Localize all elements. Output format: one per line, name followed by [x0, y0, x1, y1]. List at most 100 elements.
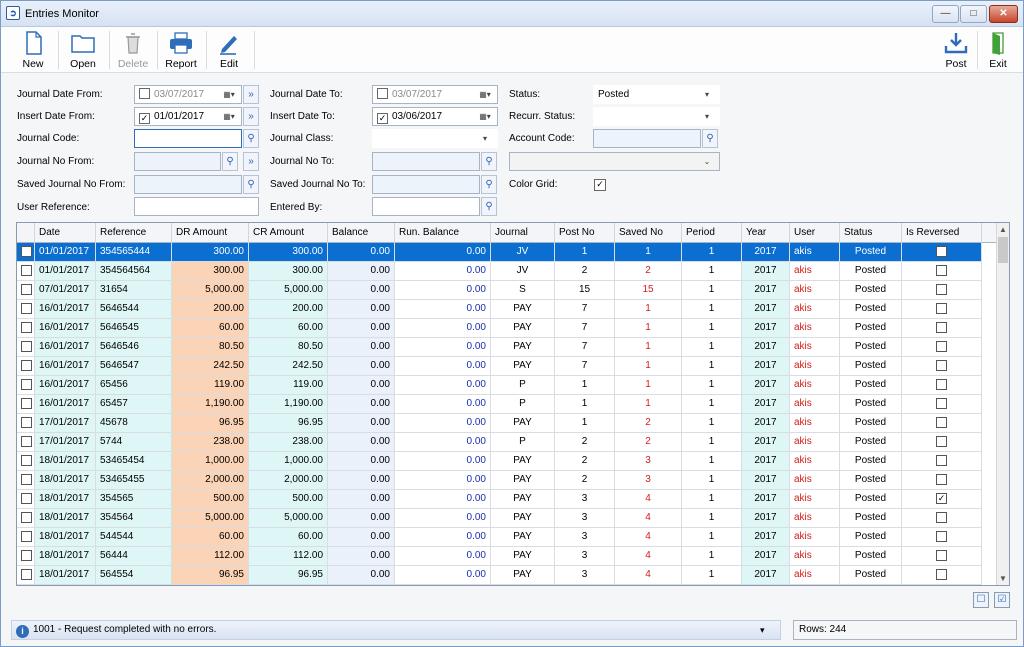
column-header[interactable]: Balance: [328, 223, 395, 243]
new-button[interactable]: New: [15, 29, 51, 71]
is-reversed-checkbox[interactable]: [936, 512, 947, 523]
fast-forward-icon[interactable]: »: [243, 152, 259, 171]
is-reversed-checkbox[interactable]: [936, 360, 947, 371]
is-reversed-checkbox[interactable]: [936, 322, 947, 333]
is-reversed-checkbox[interactable]: [936, 246, 947, 257]
column-header[interactable]: Reference: [96, 223, 172, 243]
check-all-icon[interactable]: ☑: [994, 592, 1010, 608]
journal-class-select[interactable]: ▾: [372, 129, 498, 148]
row-select-checkbox[interactable]: [17, 262, 35, 281]
search-icon[interactable]: ⚲: [702, 129, 718, 148]
scroll-up-icon[interactable]: ▲: [997, 223, 1009, 236]
insert-date-from-checkbox[interactable]: ✓: [139, 113, 150, 124]
journal-no-to-input[interactable]: [372, 152, 480, 171]
row-select-checkbox[interactable]: [17, 281, 35, 300]
column-header[interactable]: Status: [840, 223, 902, 243]
table-row[interactable]: 18/01/2017 53465455 2,000.00 2,000.00 0.00 0.…: [17, 471, 997, 490]
row-select-checkbox[interactable]: [17, 547, 35, 566]
table-row[interactable]: 01/01/2017 354564564 300.00 300.00 0.00 0.00 J…: [17, 262, 997, 281]
row-select-checkbox[interactable]: [17, 471, 35, 490]
insert-date-from-field[interactable]: ✓ 01/01/2017 ▦▾: [134, 107, 242, 126]
entries-grid[interactable]: Date Reference DR Amount CR Amount Balance Ru…: [16, 222, 1010, 586]
table-row[interactable]: 16/01/2017 5646545 60.00 60.00 0.00 0.00 PAY 7 1…: [17, 319, 997, 338]
recurr-status-select[interactable]: ▾: [593, 107, 720, 126]
search-icon[interactable]: ⚲: [481, 152, 497, 171]
row-select-checkbox[interactable]: [17, 528, 35, 547]
is-reversed-checkbox[interactable]: [936, 417, 947, 428]
table-row[interactable]: 18/01/2017 53465454 1,000.00 1,000.00 0.00 0.…: [17, 452, 997, 471]
scrollbar-thumb[interactable]: [998, 237, 1008, 263]
maximize-button[interactable]: □: [960, 5, 987, 23]
calendar-dropdown-icon[interactable]: ▦▾: [218, 109, 240, 124]
is-reversed-checkbox[interactable]: [936, 341, 947, 352]
journal-date-to-checkbox[interactable]: [377, 88, 388, 99]
insert-date-to-checkbox[interactable]: ✓: [377, 113, 388, 124]
journal-date-to-field[interactable]: 03/07/2017 ▦▾: [372, 85, 498, 104]
is-reversed-checkbox[interactable]: [936, 265, 947, 276]
calendar-dropdown-icon[interactable]: ▦▾: [474, 87, 496, 102]
table-row[interactable]: 18/01/2017 354565 500.00 500.00 0.00 0.00 PAY 3…: [17, 490, 997, 509]
report-button[interactable]: Report: [162, 29, 200, 71]
row-select-checkbox[interactable]: [17, 433, 35, 452]
chevron-down-icon[interactable]: ▾: [696, 87, 718, 102]
search-icon[interactable]: ⚲: [243, 129, 259, 148]
table-row[interactable]: 18/01/2017 544544 60.00 60.00 0.00 0.00 PAY 3 4 1…: [17, 528, 997, 547]
account-code-input[interactable]: [593, 129, 701, 148]
is-reversed-checkbox[interactable]: [936, 455, 947, 466]
status-dropdown-icon[interactable]: ▾: [760, 621, 765, 639]
chevron-down-icon[interactable]: ▾: [474, 131, 496, 146]
chevron-down-icon[interactable]: ⌄: [696, 154, 718, 169]
is-reversed-checkbox[interactable]: [936, 398, 947, 409]
column-header[interactable]: User: [790, 223, 840, 243]
column-header[interactable]: Journal: [491, 223, 555, 243]
account-description-select[interactable]: ⌄: [509, 152, 720, 171]
table-row[interactable]: 17/01/2017 5744 238.00 238.00 0.00 0.00 P 2 2 1 20…: [17, 433, 997, 452]
journal-date-from-checkbox[interactable]: [139, 88, 150, 99]
exit-button[interactable]: Exit: [981, 29, 1015, 71]
row-select-checkbox[interactable]: [17, 338, 35, 357]
fast-forward-icon[interactable]: »: [243, 107, 259, 126]
is-reversed-checkbox[interactable]: [936, 379, 947, 390]
status-select[interactable]: Posted ▾: [593, 85, 720, 104]
search-icon[interactable]: ⚲: [243, 175, 259, 194]
chevron-down-icon[interactable]: ▾: [696, 109, 718, 124]
row-select-checkbox[interactable]: [17, 566, 35, 585]
search-icon[interactable]: ⚲: [481, 175, 497, 194]
open-button[interactable]: Open: [65, 29, 101, 71]
edit-button[interactable]: Edit: [212, 29, 246, 71]
saved-journal-no-to-input[interactable]: [372, 175, 480, 194]
table-row[interactable]: 16/01/2017 5646547 242.50 242.50 0.00 0.00 PAY…: [17, 357, 997, 376]
scroll-down-icon[interactable]: ▼: [997, 572, 1009, 585]
row-select-checkbox[interactable]: [17, 490, 35, 509]
is-reversed-checkbox[interactable]: [936, 303, 947, 314]
table-row[interactable]: 18/01/2017 564554 96.95 96.95 0.00 0.00 PAY 3 4 1…: [17, 566, 997, 585]
entered-by-input[interactable]: [372, 197, 480, 216]
insert-date-to-field[interactable]: ✓ 03/06/2017 ▦▾: [372, 107, 498, 126]
column-header[interactable]: Year: [742, 223, 790, 243]
journal-date-from-field[interactable]: 03/07/2017 ▦▾: [134, 85, 242, 104]
is-reversed-checkbox[interactable]: [936, 531, 947, 542]
row-select-checkbox[interactable]: [17, 319, 35, 338]
uncheck-all-icon[interactable]: ☐: [973, 592, 989, 608]
close-button[interactable]: ✕: [989, 5, 1018, 23]
column-header[interactable]: CR Amount: [249, 223, 328, 243]
user-reference-input[interactable]: [134, 197, 259, 216]
search-icon[interactable]: ⚲: [222, 152, 238, 171]
is-reversed-checkbox[interactable]: [936, 474, 947, 485]
calendar-dropdown-icon[interactable]: ▦▾: [218, 87, 240, 102]
vertical-scrollbar[interactable]: ▲ ▼: [996, 223, 1009, 585]
table-row[interactable]: 16/01/2017 5646546 80.50 80.50 0.00 0.00 PAY 7 1…: [17, 338, 997, 357]
column-header[interactable]: Is Reversed: [902, 223, 982, 243]
calendar-dropdown-icon[interactable]: ▦▾: [474, 109, 496, 124]
search-icon[interactable]: ⚲: [481, 197, 497, 216]
row-select-checkbox[interactable]: [17, 376, 35, 395]
row-select-checkbox[interactable]: [17, 452, 35, 471]
table-row[interactable]: 17/01/2017 45678 96.95 96.95 0.00 0.00 PAY 1 2 1 2…: [17, 414, 997, 433]
fast-forward-icon[interactable]: »: [243, 85, 259, 104]
is-reversed-checkbox[interactable]: [936, 550, 947, 561]
column-header[interactable]: Run. Balance: [395, 223, 491, 243]
table-row[interactable]: 16/01/2017 65457 1,190.00 1,190.00 0.00 0.00 P…: [17, 395, 997, 414]
row-select-checkbox[interactable]: [17, 300, 35, 319]
color-grid-checkbox[interactable]: ✓: [594, 177, 610, 191]
table-row[interactable]: 18/01/2017 354564 5,000.00 5,000.00 0.00 0.00…: [17, 509, 997, 528]
